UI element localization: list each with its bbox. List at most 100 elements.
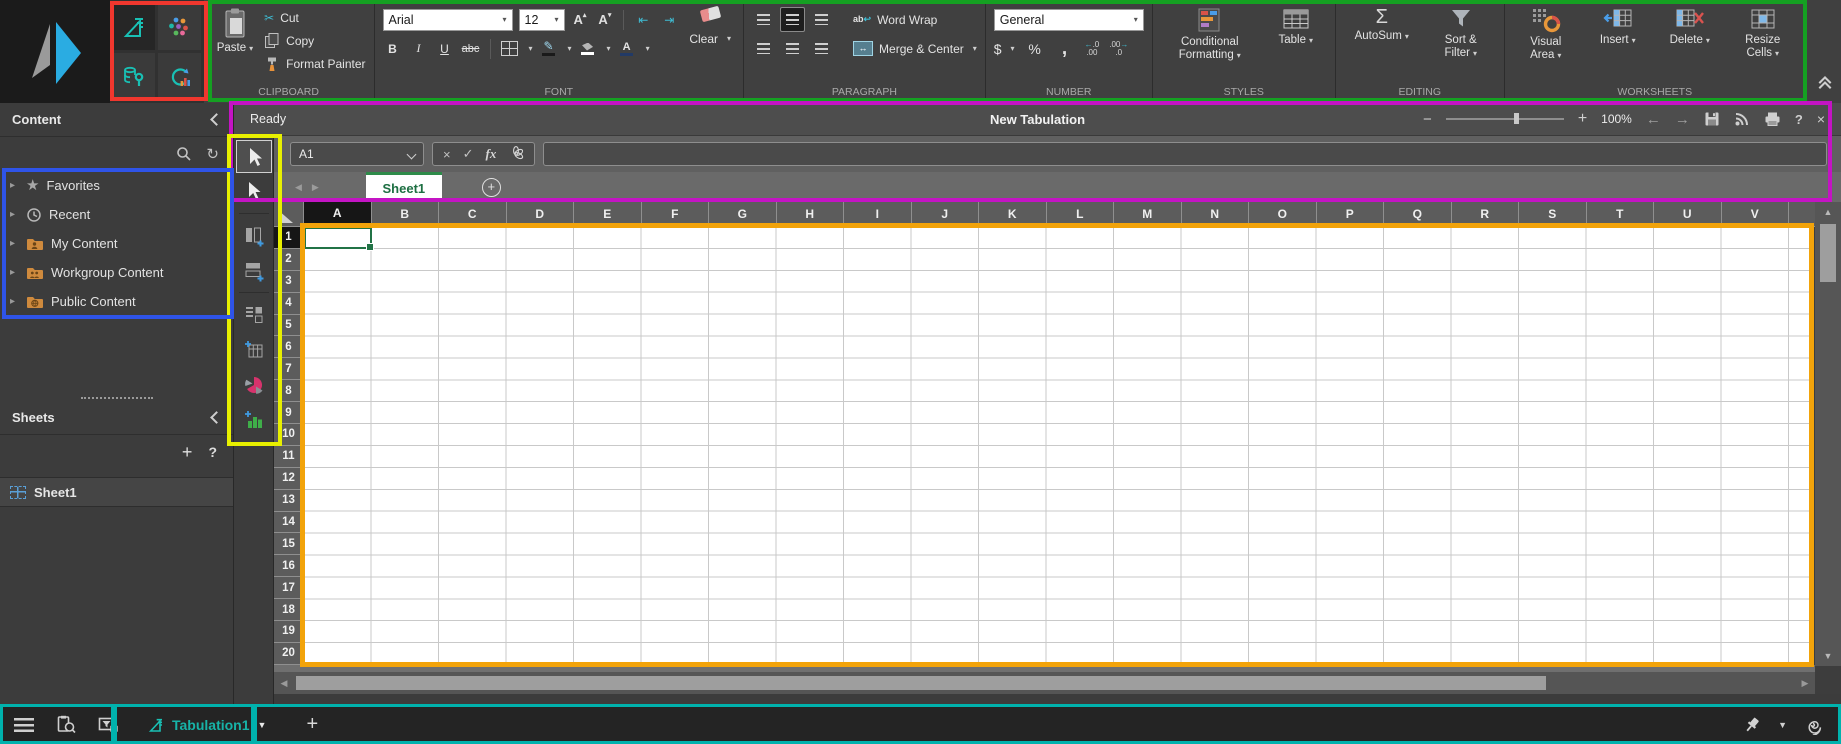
column-header[interactable]: V xyxy=(1722,202,1790,226)
formula-input[interactable] xyxy=(543,142,1827,166)
row-header[interactable]: 1 xyxy=(274,227,304,249)
delete-cells-button[interactable]: Delete▾ xyxy=(1657,5,1723,84)
zoom-in-button[interactable]: + xyxy=(1578,110,1587,128)
row-header[interactable]: 12 xyxy=(274,468,304,490)
row-header[interactable]: 10 xyxy=(274,424,304,446)
expand-chevron-icon[interactable]: ▸ xyxy=(10,209,19,220)
visual-area-button[interactable]: Visual Area▾ xyxy=(1513,5,1579,84)
format-painter-button[interactable]: Format Painter xyxy=(264,53,365,74)
column-header[interactable]: P xyxy=(1317,202,1385,226)
align-middle-button[interactable] xyxy=(781,8,804,31)
row-header[interactable]: 19 xyxy=(274,621,304,643)
insert-row-button[interactable] xyxy=(236,254,272,287)
row-header[interactable]: 6 xyxy=(274,336,304,358)
fill-color-button[interactable] xyxy=(578,39,598,59)
module-refresh-reports-button[interactable] xyxy=(158,53,201,100)
increase-indent-button[interactable]: ⇥ xyxy=(659,10,679,30)
column-header[interactable]: D xyxy=(507,202,575,226)
zoom-slider[interactable] xyxy=(1446,118,1564,120)
menu-icon[interactable] xyxy=(14,718,34,732)
align-center-button[interactable] xyxy=(781,37,804,60)
undo-button[interactable]: ← xyxy=(1646,111,1661,128)
name-box[interactable]: A1 xyxy=(290,142,424,166)
row-header[interactable]: 5 xyxy=(274,315,304,337)
copy-button[interactable]: Copy xyxy=(264,30,365,51)
select-all-corner[interactable] xyxy=(274,202,304,226)
feed-button[interactable] xyxy=(1734,111,1750,127)
expand-chevron-icon[interactable]: ▸ xyxy=(10,180,19,191)
underline-button[interactable]: U xyxy=(435,39,455,59)
italic-button[interactable]: I xyxy=(409,39,429,59)
row-header[interactable]: 18 xyxy=(274,599,304,621)
scroll-left-icon[interactable]: ◀ xyxy=(274,678,294,689)
help-button[interactable]: ? xyxy=(1795,112,1803,127)
autosum-button[interactable]: Σ AutoSum▾ xyxy=(1344,5,1420,84)
spiral-icon[interactable] xyxy=(1803,715,1823,735)
collapse-ribbon-button[interactable] xyxy=(1817,74,1833,93)
tree-item-my-content[interactable]: ▸ My Content xyxy=(0,229,233,258)
insert-bar-chart-button[interactable] xyxy=(236,403,272,436)
row-header[interactable]: 2 xyxy=(274,249,304,271)
row-header[interactable]: 13 xyxy=(274,490,304,512)
word-wrap-button[interactable]: ab↩Word Wrap xyxy=(853,9,937,30)
vertical-scrollbar[interactable]: ▲ ▼ xyxy=(1815,202,1841,666)
expand-chevron-icon[interactable]: ▸ xyxy=(10,267,19,278)
column-header[interactable]: K xyxy=(979,202,1047,226)
tree-item-favorites[interactable]: ▸ ★ Favorites xyxy=(0,171,233,200)
zoom-slider-thumb[interactable] xyxy=(1514,113,1519,124)
insert-pie-chart-button[interactable] xyxy=(236,368,272,401)
collapse-panel-icon[interactable] xyxy=(210,113,223,126)
row-header[interactable]: 16 xyxy=(274,555,304,577)
tabulation-tab[interactable]: Tabulation1 ▼ xyxy=(148,717,266,733)
row-header[interactable]: 20 xyxy=(274,643,304,665)
add-sheet-tab-button[interactable]: + xyxy=(482,178,501,197)
row-header[interactable]: 9 xyxy=(274,402,304,424)
column-header[interactable]: O xyxy=(1249,202,1317,226)
align-left-button[interactable] xyxy=(752,37,775,60)
print-button[interactable] xyxy=(1764,111,1781,127)
redo-button[interactable]: → xyxy=(1675,111,1690,128)
module-tabulation-button[interactable] xyxy=(113,3,156,50)
insert-function-button[interactable]: fx xyxy=(486,146,497,162)
fill-handle[interactable] xyxy=(366,243,374,251)
align-top-button[interactable] xyxy=(752,8,775,31)
sheet-tab-active[interactable]: Sheet1 xyxy=(366,172,442,202)
confirm-entry-icon[interactable]: ✓ xyxy=(463,146,474,162)
resize-cells-button[interactable]: Resize Cells▾ xyxy=(1729,5,1797,84)
column-header[interactable]: L xyxy=(1047,202,1115,226)
sort-filter-button[interactable]: Sort & Filter▾ xyxy=(1426,5,1496,84)
filter-layout-icon[interactable] xyxy=(98,716,118,733)
data-select-tool-button[interactable] xyxy=(236,175,272,208)
align-bottom-button[interactable] xyxy=(810,8,833,31)
column-header[interactable]: Q xyxy=(1384,202,1452,226)
comma-format-button[interactable]: , xyxy=(1055,39,1075,59)
merge-center-button[interactable]: ↔Merge & Center▾ xyxy=(853,38,977,59)
table-style-button[interactable]: Table▾ xyxy=(1265,5,1327,84)
column-header[interactable]: T xyxy=(1587,202,1655,226)
row-header[interactable]: 11 xyxy=(274,446,304,468)
row-header[interactable]: 14 xyxy=(274,512,304,534)
column-header[interactable]: N xyxy=(1182,202,1250,226)
module-data-button[interactable] xyxy=(113,53,156,100)
pen-color-button[interactable]: ✎ xyxy=(539,39,559,59)
pin-options-caret[interactable]: ▼ xyxy=(1778,720,1787,730)
tree-item-workgroup-content[interactable]: ▸ Workgroup Content xyxy=(0,258,233,287)
strikethrough-button[interactable]: abc xyxy=(461,39,481,59)
add-sheet-button[interactable]: + xyxy=(182,443,193,461)
currency-format-button[interactable]: $▾ xyxy=(994,38,1015,59)
number-format-select[interactable]: General▾ xyxy=(994,9,1144,31)
horizontal-scroll-thumb[interactable] xyxy=(296,676,1546,690)
increase-decimal-button[interactable]: ←.0.00 xyxy=(1085,41,1100,57)
increase-font-size-button[interactable]: A▴ xyxy=(571,11,590,28)
column-header[interactable]: E xyxy=(574,202,642,226)
vertical-scroll-thumb[interactable] xyxy=(1820,224,1836,282)
scroll-right-icon[interactable]: ▶ xyxy=(1795,678,1815,689)
row-header[interactable]: 15 xyxy=(274,533,304,555)
column-header[interactable]: I xyxy=(844,202,912,226)
column-header[interactable]: H xyxy=(777,202,845,226)
expand-chevron-icon[interactable]: ▸ xyxy=(10,296,19,307)
tree-item-recent[interactable]: ▸ Recent xyxy=(0,200,233,229)
row-header[interactable]: 3 xyxy=(274,271,304,293)
next-sheet-button[interactable]: ▶ xyxy=(312,182,319,193)
report-search-icon[interactable] xyxy=(56,715,76,734)
